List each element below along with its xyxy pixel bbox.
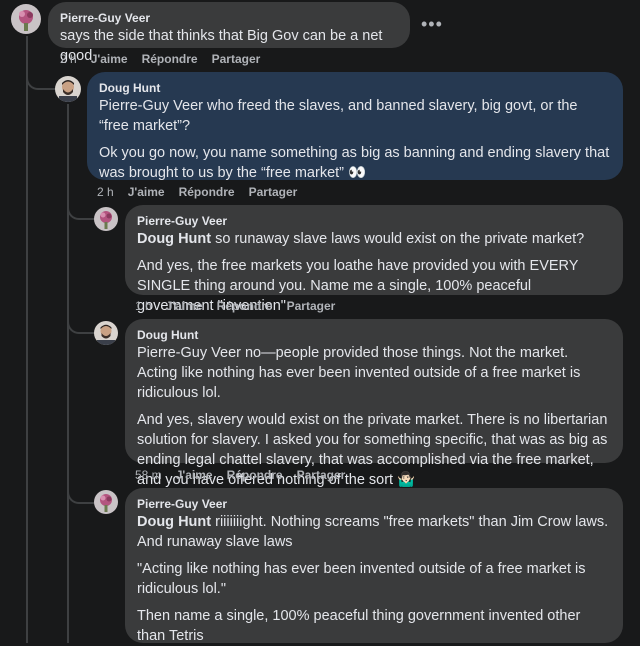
comment-text: "Acting like nothing has ever been inven… — [137, 561, 586, 597]
comment-actions: 1 h J'aime Répondre Partager — [135, 299, 349, 313]
more-options-icon[interactable]: ••• — [421, 14, 443, 35]
thread-curve-reply-1 — [67, 194, 95, 220]
comment-author[interactable]: Doug Hunt — [137, 327, 611, 343]
like-button[interactable]: J'aime — [166, 299, 203, 313]
thread-line-doug — [67, 104, 69, 643]
comment-bubble: Pierre-Guy Veer Doug Hunt so runaway sla… — [125, 205, 623, 314]
like-button[interactable]: J'aime — [91, 52, 128, 66]
comment-text: Ok you go now, you name something as big… — [99, 145, 610, 181]
comment-author[interactable]: Pierre-Guy Veer — [137, 496, 611, 512]
comment-text: Pierre-Guy Veer who freed the slaves, an… — [99, 98, 578, 134]
like-button[interactable]: J'aime — [176, 468, 213, 482]
mention-link[interactable]: Doug Hunt — [137, 231, 211, 247]
comment-time[interactable]: 1 h — [135, 299, 152, 313]
thread-line-main — [26, 36, 28, 643]
comment-time[interactable]: 58 m — [135, 468, 162, 482]
comment-time[interactable]: 2 h — [97, 185, 114, 199]
comment-text: Then name a single, 100% peaceful thing … — [137, 608, 581, 644]
mention-link[interactable]: Doug Hunt — [137, 514, 211, 530]
comment-text: Pierre-Guy Veer no—people provided those… — [137, 345, 581, 401]
comment-actions: 2 h J'aime Répondre Partager — [60, 52, 274, 66]
thread-curve-reply-2 — [67, 300, 95, 334]
avatar-doug-hunt[interactable] — [94, 321, 118, 345]
comment-bubble: Doug Hunt Pierre-Guy Veer no—people prov… — [125, 319, 623, 488]
avatar-doug-hunt[interactable] — [55, 76, 81, 102]
reply-button[interactable]: Répondre — [217, 299, 273, 313]
comment-time[interactable]: 2 h — [60, 52, 77, 66]
comment-actions: 58 m J'aime Répondre Partager — [135, 468, 359, 482]
comment-bubble: Pierre-Guy Veer Doug Hunt riiiiiiight. N… — [125, 488, 623, 644]
reply-button[interactable]: Répondre — [142, 52, 198, 66]
avatar-pierre-guy-veer[interactable] — [94, 207, 118, 231]
reply-button[interactable]: Répondre — [179, 185, 235, 199]
comment-text: so runaway slave laws would exist on the… — [215, 231, 585, 247]
thread-curve-doug — [26, 36, 56, 90]
reply-button[interactable]: Répondre — [227, 468, 283, 482]
thread-curve-reply-3 — [67, 480, 95, 504]
avatar-pierre-guy-veer[interactable] — [94, 490, 118, 514]
comment-author[interactable]: Pierre-Guy Veer — [60, 10, 398, 26]
share-button[interactable]: Partager — [212, 52, 261, 66]
comment-author[interactable]: Pierre-Guy Veer — [137, 213, 611, 229]
comment-bubble: Pierre-Guy Veer says the side that think… — [48, 2, 410, 64]
comment-bubble-highlighted: Doug Hunt Pierre-Guy Veer who freed the … — [87, 72, 623, 181]
avatar-pierre-guy-veer[interactable] — [11, 4, 41, 34]
comment-author[interactable]: Doug Hunt — [99, 80, 611, 96]
comment-actions: 2 h J'aime Répondre Partager — [97, 185, 311, 199]
share-button[interactable]: Partager — [249, 185, 298, 199]
share-button[interactable]: Partager — [297, 468, 346, 482]
like-button[interactable]: J'aime — [128, 185, 165, 199]
share-button[interactable]: Partager — [287, 299, 336, 313]
